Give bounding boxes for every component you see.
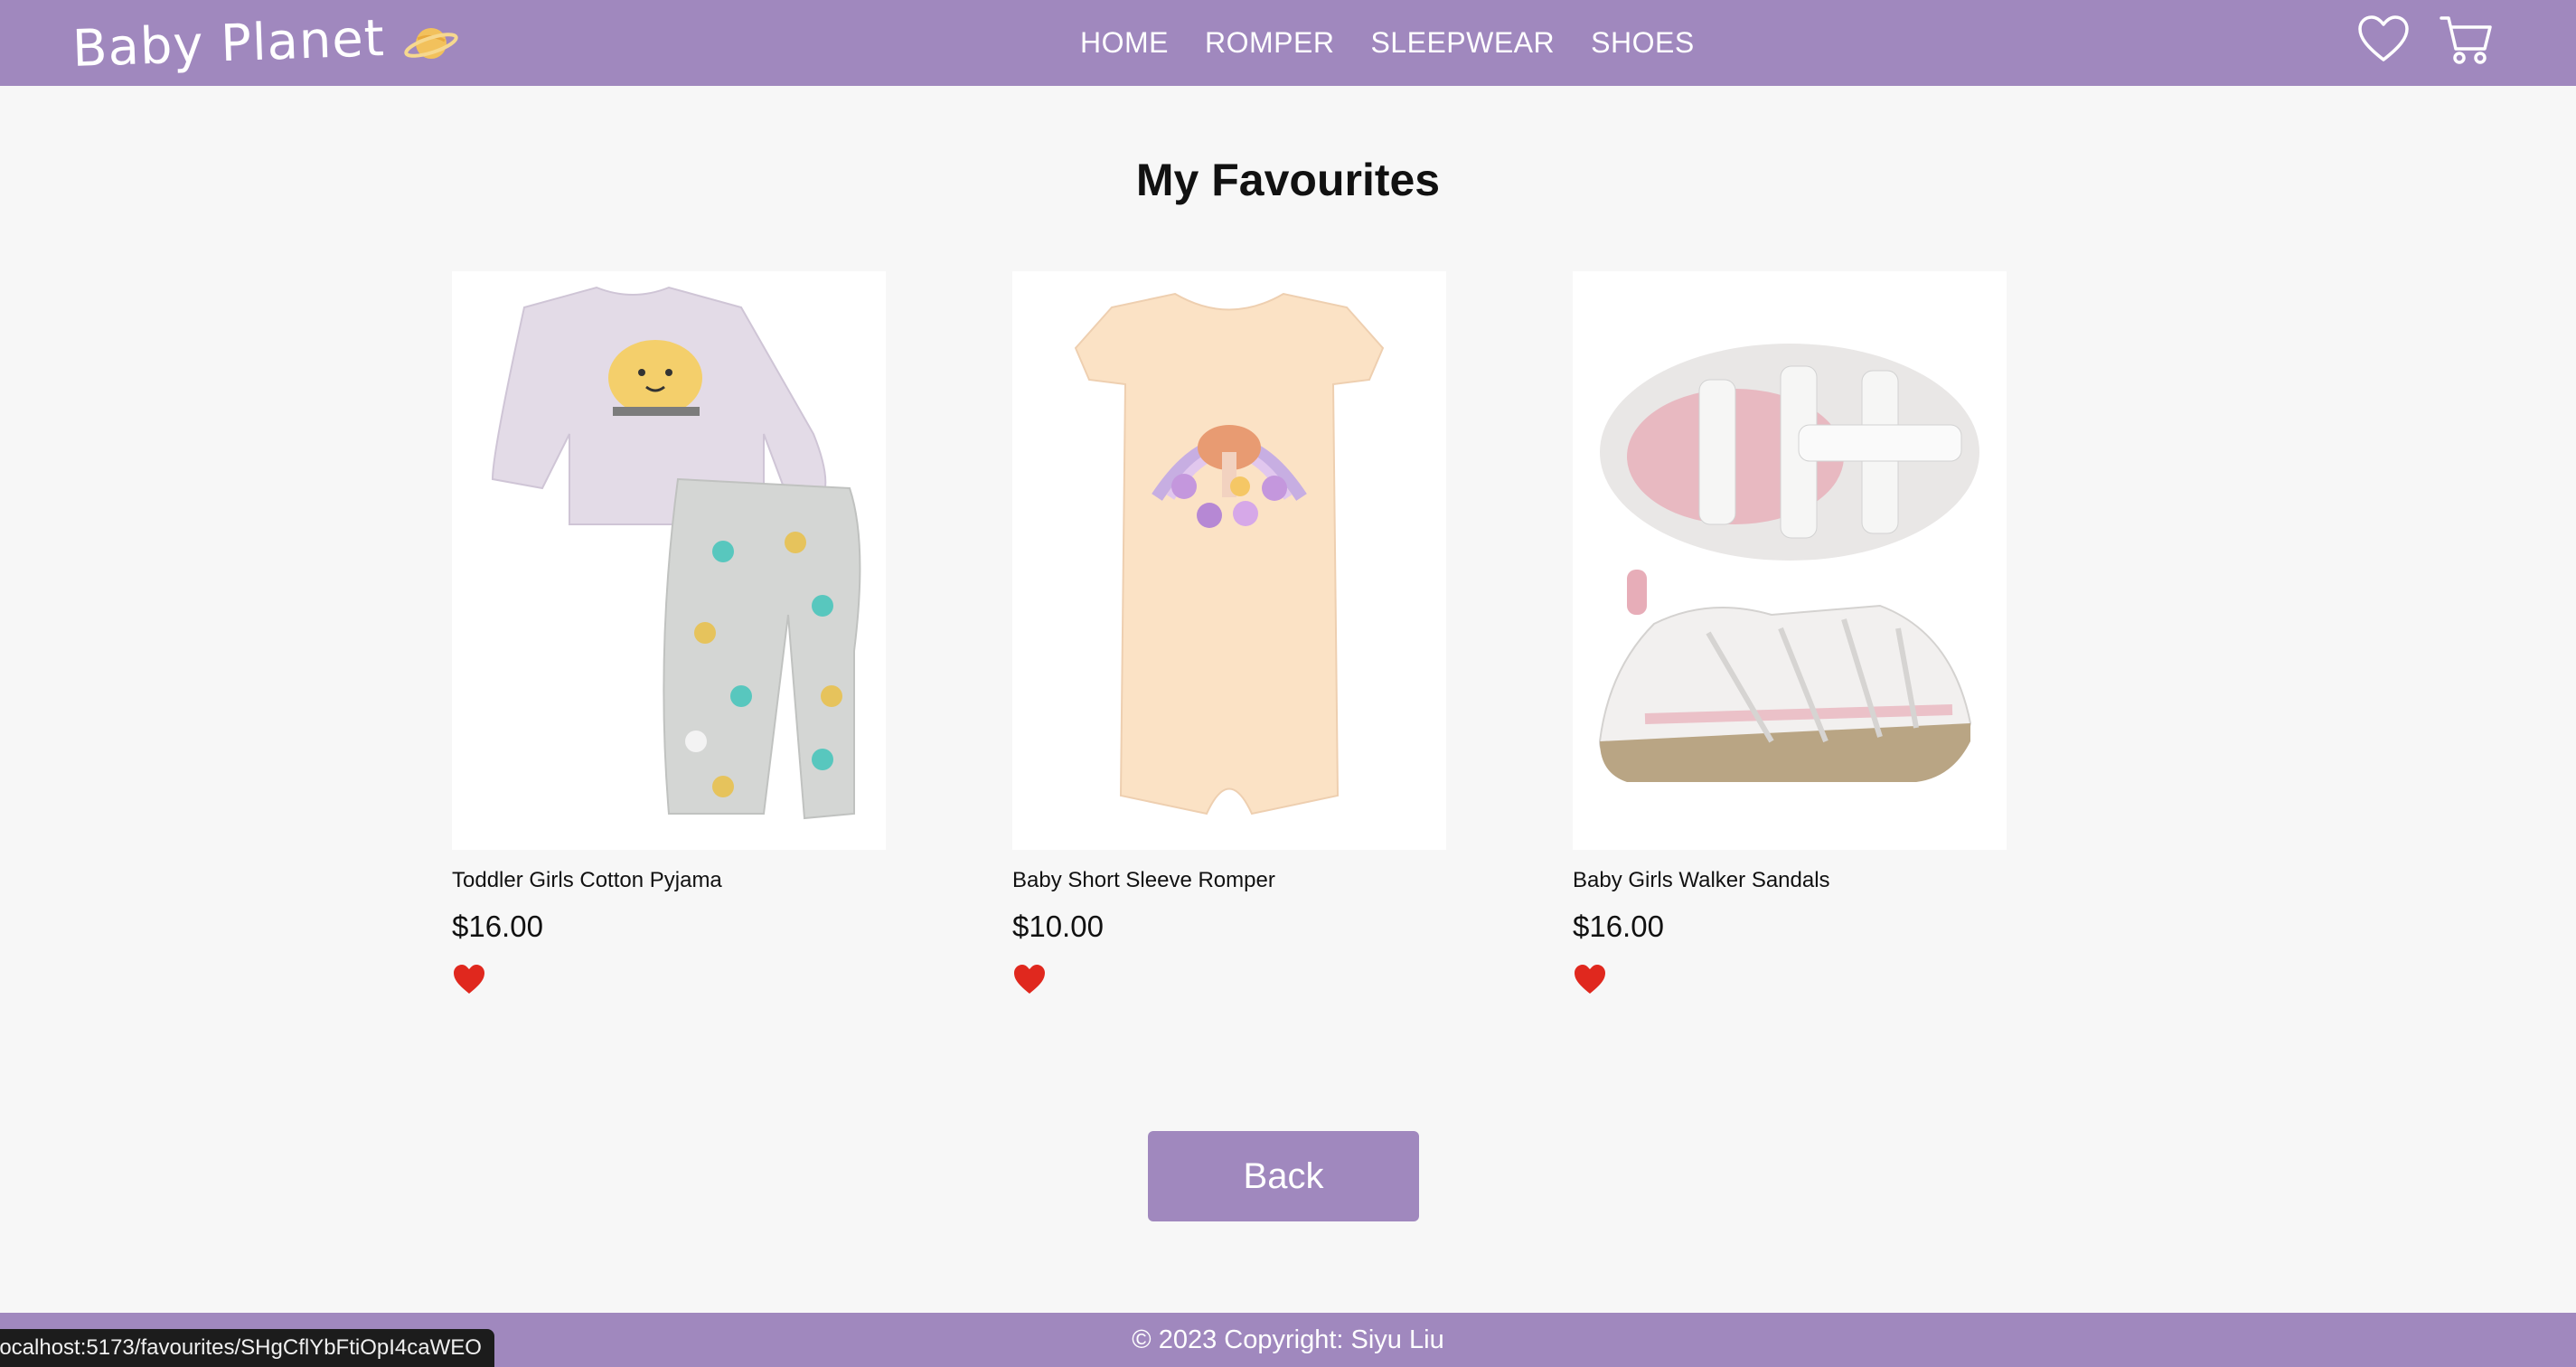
product-price: $10.00 xyxy=(1012,910,1104,943)
heart-icon[interactable] xyxy=(2355,11,2412,69)
page-title: My Favourites xyxy=(1135,155,1441,205)
navbar: Baby Planet HOME ROMPER SLEEPWEAR SHOES xyxy=(0,0,2576,86)
back-button[interactable]: Back xyxy=(1148,1131,1419,1221)
status-bar-url: localhost:5173/favourites/SHgCflYbFtiOpI… xyxy=(0,1329,494,1367)
product-price: $16.00 xyxy=(1573,910,1664,943)
cart-icon[interactable] xyxy=(2438,11,2496,69)
main-nav: HOME ROMPER SLEEPWEAR SHOES xyxy=(1080,0,1731,86)
favourite-heart-icon[interactable] xyxy=(1573,964,1607,995)
product-card: Baby Girls Walker Sandals $16.00 xyxy=(1573,271,2007,995)
product-name[interactable]: Baby Short Sleeve Romper xyxy=(1012,868,1446,893)
nav-romper[interactable]: ROMPER xyxy=(1205,26,1334,60)
nav-sleepwear[interactable]: SLEEPWEAR xyxy=(1370,26,1555,60)
planet-icon xyxy=(404,28,458,59)
pyjama-image[interactable] xyxy=(452,271,886,850)
favourite-heart-icon[interactable] xyxy=(452,964,486,995)
product-name[interactable]: Baby Girls Walker Sandals xyxy=(1573,868,2007,893)
product-name[interactable]: Toddler Girls Cotton Pyjama xyxy=(452,868,886,893)
sandals-image[interactable] xyxy=(1573,271,2007,850)
footer-copyright: © 2023 Copyright: Siyu Liu xyxy=(1132,1325,1444,1354)
nav-shoes[interactable]: SHOES xyxy=(1591,26,1695,60)
brand-logo[interactable]: Baby Planet xyxy=(71,7,459,80)
brand-name: Baby Planet xyxy=(71,8,386,79)
product-price: $16.00 xyxy=(452,910,543,943)
nav-home[interactable]: HOME xyxy=(1080,26,1169,60)
romper-image[interactable] xyxy=(1012,271,1446,850)
favourite-heart-icon[interactable] xyxy=(1012,964,1047,995)
product-card: Baby Short Sleeve Romper $10.00 xyxy=(1012,271,1446,995)
product-card: Toddler Girls Cotton Pyjama $16.00 xyxy=(452,271,886,995)
